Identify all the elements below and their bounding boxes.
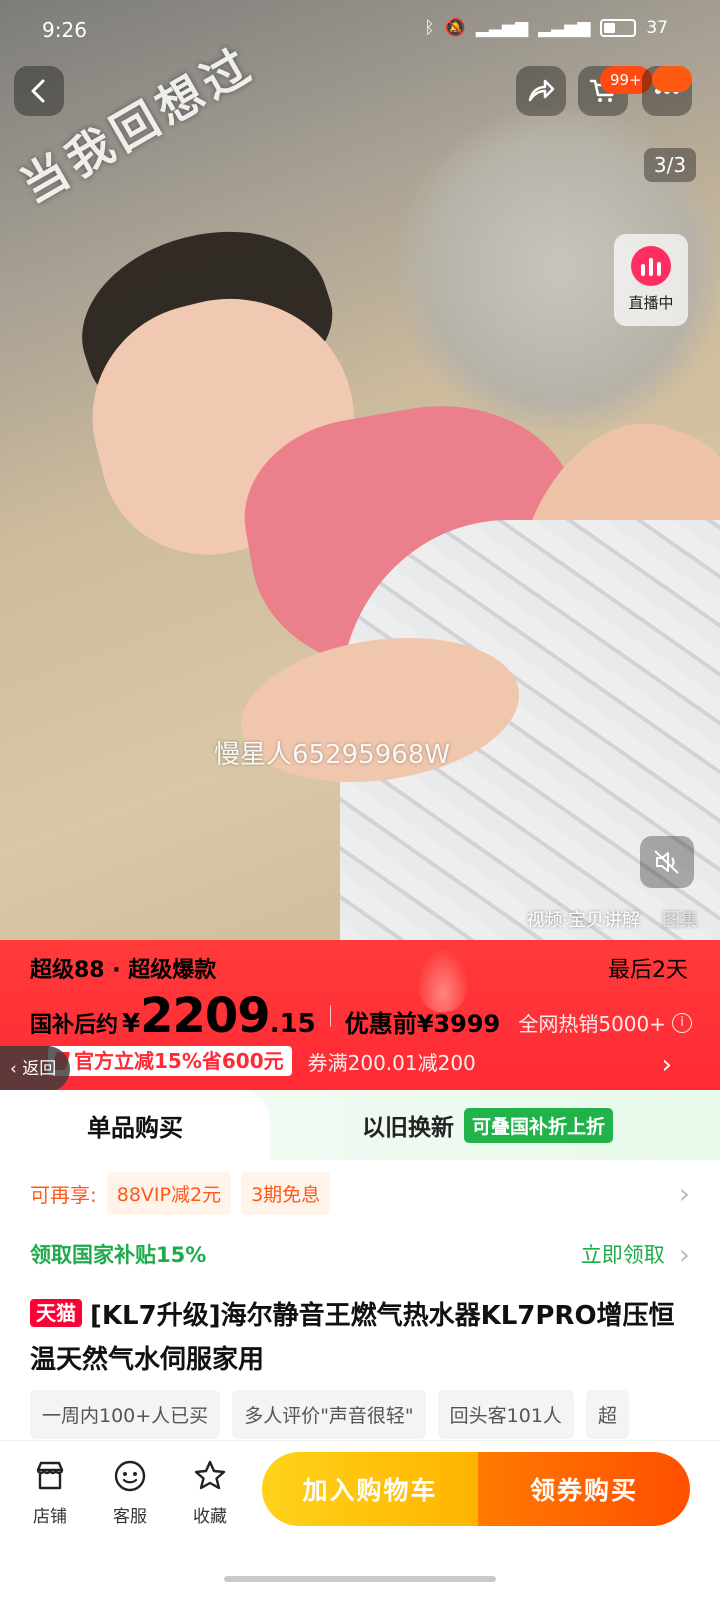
shop-button[interactable]: 店铺 — [18, 1456, 82, 1527]
subsidy-row[interactable]: 领取国家补贴15% 立即领取 › — [30, 1234, 690, 1274]
star-icon — [194, 1460, 226, 1490]
status-icons: ᛒ 🔕 ▂▃▅▆ ▂▃▅▆ 37 — [424, 18, 668, 38]
favorite-label: 收藏 — [193, 1507, 227, 1527]
price-decimal: .15 — [269, 1009, 316, 1039]
live-icon — [631, 246, 671, 286]
info-icon: i — [672, 1012, 692, 1033]
tab-tradein[interactable]: 以旧换新 可叠国补折上折 — [250, 1090, 720, 1160]
service-label: 客服 — [113, 1507, 147, 1527]
shop-icon — [36, 1461, 64, 1490]
home-indicator[interactable] — [224, 1576, 496, 1582]
coupon-buy-button[interactable]: 领券购买 — [478, 1452, 690, 1526]
share-button[interactable] — [516, 66, 566, 116]
favorite-button[interactable]: 收藏 — [178, 1456, 242, 1527]
return-button[interactable]: ‹ 返回 — [0, 1046, 71, 1092]
chevron-left-icon — [31, 79, 45, 103]
tab-gallery[interactable]: 图集 — [662, 906, 698, 932]
tag-chip[interactable]: 多人评价"声音很轻" — [232, 1390, 426, 1439]
coupon-text: 券满200.01减200 — [307, 1050, 476, 1075]
chevron-right-icon: › — [678, 1237, 690, 1271]
promo-title: 超级88 · 超级爆款 — [30, 958, 217, 983]
live-label: 直播中 — [628, 294, 674, 312]
service-icon — [114, 1460, 146, 1492]
countdown-label: 最后2天 — [608, 958, 688, 983]
speaker-muted-icon — [654, 850, 679, 874]
price-label: 国补后约 — [30, 1013, 119, 1038]
product-title-text: [KL7升级]海尔静音王燃气热水器KL7PRO增压恒温天然气水伺服家用 — [30, 1301, 675, 1375]
tag-chip[interactable]: 回头客101人 — [437, 1390, 574, 1439]
message-badge — [652, 66, 692, 92]
chevron-left-icon: ‹ — [10, 1059, 23, 1079]
signal-icon: ▂▃▅▆ — [475, 18, 529, 38]
bluetooth-icon: ᛒ — [424, 18, 435, 38]
return-label: 返回 — [22, 1059, 57, 1079]
chevron-right-icon[interactable]: › — [662, 1050, 672, 1080]
media-counter: 3/3 — [644, 148, 696, 182]
live-stream-button[interactable]: 直播中 — [614, 234, 688, 326]
tmall-badge: 天猫 — [30, 1299, 82, 1327]
benefit-chip: 3期免息 — [241, 1171, 331, 1215]
back-button[interactable] — [14, 66, 64, 116]
signal-icon-2: ▂▃▅▆ — [538, 18, 591, 38]
mute-status-icon: 🔕 — [444, 18, 466, 38]
claim-label: 立即领取 — [580, 1243, 665, 1267]
chevron-right-icon: › — [678, 1176, 690, 1210]
price-integer: 2209 — [140, 988, 271, 1044]
share-icon — [528, 79, 555, 102]
customer-service-button[interactable]: 客服 — [98, 1456, 162, 1527]
status-time: 9:26 — [42, 18, 87, 42]
hot-sales-label: 全网热销5000+ — [518, 1012, 666, 1036]
price-line: 国补后约 ¥ 2209 .15 优惠前¥3999 — [30, 988, 500, 1044]
product-title: 天猫 [KL7升级]海尔静音王燃气热水器KL7PRO增压恒温天然气水伺服家用 — [30, 1294, 694, 1382]
currency-symbol: ¥ — [122, 1009, 141, 1039]
mute-button[interactable] — [640, 836, 694, 888]
add-to-cart-button[interactable]: 加入购物车 — [262, 1452, 478, 1526]
benefits-label: 可再享: — [30, 1182, 97, 1207]
social-proof-tags: 一周内100+人已买 多人评价"声音很轻" 回头客101人 超 — [30, 1390, 629, 1439]
product-page: 当我回想过 慢星人65295968W 9:26 ᛒ 🔕 ▂▃▅▆ ▂▃▅▆ 37… — [0, 0, 720, 1600]
tag-chip[interactable]: 超 — [585, 1390, 629, 1439]
original-price: 优惠前¥3999 — [344, 1010, 501, 1038]
extra-benefits-row[interactable]: 可再享: 88VIP减2元 3期免息 › — [30, 1170, 690, 1216]
battery-icon — [600, 19, 637, 37]
tab-video-explain[interactable]: 视频·宝贝讲解 — [526, 906, 640, 932]
tab-tradein-label: 以旧换新 — [362, 1115, 454, 1141]
shop-label: 店铺 — [33, 1507, 67, 1527]
benefit-chip: 88VIP减2元 — [106, 1171, 232, 1215]
tab-single-label: 单品购买 — [87, 1113, 183, 1142]
video-watermark: 慢星人65295968W — [214, 740, 451, 770]
product-video[interactable]: 当我回想过 慢星人65295968W — [0, 0, 720, 958]
claim-subsidy-button[interactable]: 立即领取 › — [581, 1238, 690, 1271]
tag-chip[interactable]: 一周内100+人已买 — [30, 1390, 221, 1439]
status-bar: 9:26 ᛒ 🔕 ▂▃▅▆ ▂▃▅▆ 37 — [0, 0, 720, 62]
tradein-tag: 可叠国补折上折 — [464, 1107, 614, 1143]
tab-single-purchase[interactable]: 单品购买 — [0, 1090, 270, 1160]
subsidy-label: 领取国家补贴15% — [30, 1243, 207, 1267]
media-tabs: 视频·宝贝讲解 图集 — [526, 906, 698, 932]
price-divider — [329, 1005, 331, 1027]
battery-level: 37 — [646, 18, 668, 38]
hot-sales[interactable]: 全网热销5000+ i — [518, 1008, 692, 1037]
discount-line[interactable]: 官方立减15%省600元 券满200.01减200 — [48, 1046, 476, 1076]
official-discount-tag: 官方立减15%省600元 — [48, 1046, 292, 1076]
